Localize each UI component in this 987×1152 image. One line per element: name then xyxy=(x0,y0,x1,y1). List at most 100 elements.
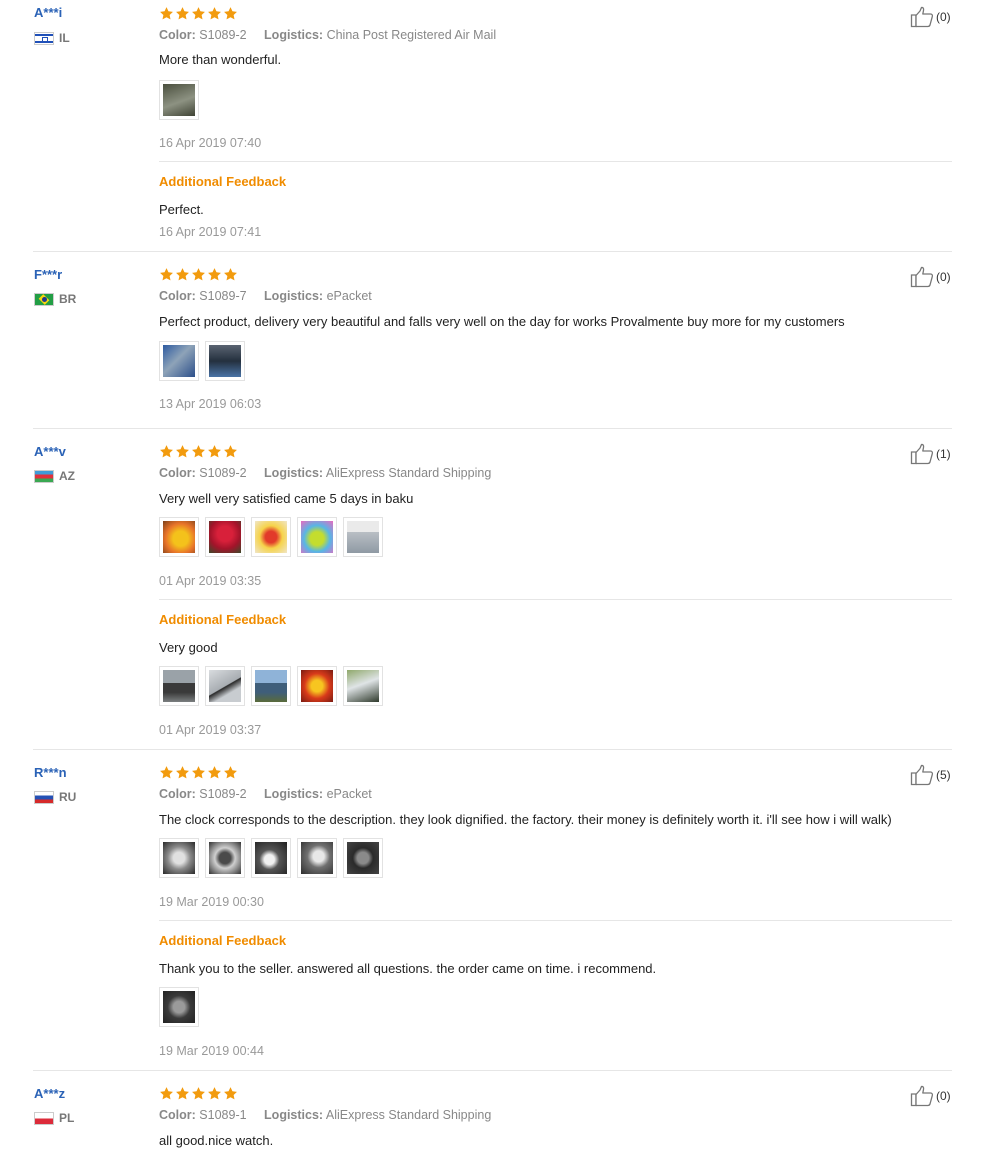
review-photo[interactable] xyxy=(205,517,245,557)
reviewer-name[interactable]: A***z xyxy=(34,1086,65,1101)
order-info: Color: S1089-7 Logistics: ePacket xyxy=(159,289,372,303)
helpful-button[interactable]: (0) xyxy=(910,1085,951,1107)
additional-feedback-text: Thank you to the seller. answered all qu… xyxy=(159,961,657,976)
additional-feedback-text: Perfect. xyxy=(159,202,204,217)
additional-feedback-title: Additional Feedback xyxy=(159,612,287,627)
star-icon xyxy=(207,267,222,282)
helpful-count: (0) xyxy=(936,10,951,24)
additional-feedback-text: Very good xyxy=(159,640,218,655)
star-icon xyxy=(159,1086,174,1101)
review-photo[interactable] xyxy=(205,666,245,706)
review-date: 16 Apr 2019 07:40 xyxy=(159,136,262,150)
review-photos xyxy=(159,341,245,381)
reviewer-name[interactable]: A***i xyxy=(34,5,62,20)
star-icon xyxy=(223,1086,238,1101)
review-photo[interactable] xyxy=(159,517,199,557)
review-photo[interactable] xyxy=(159,838,199,878)
helpful-button[interactable]: (5) xyxy=(910,764,951,786)
review-text: Perfect product, delivery very beautiful… xyxy=(159,314,845,329)
review-divider xyxy=(33,1070,952,1071)
flag-il-icon xyxy=(34,31,54,45)
review-photo[interactable] xyxy=(297,517,337,557)
logistics-label: Logistics: xyxy=(264,787,324,801)
star-icon xyxy=(159,6,174,21)
logistics-value: ePacket xyxy=(326,787,372,801)
additional-feedback-date: 16 Apr 2019 07:41 xyxy=(159,225,262,239)
divider xyxy=(159,161,952,162)
rating-stars xyxy=(159,444,238,459)
review-photo[interactable] xyxy=(159,341,199,381)
flag-az-icon xyxy=(34,469,54,483)
helpful-count: (0) xyxy=(936,270,951,284)
color-label: Color: xyxy=(159,466,196,480)
review-divider xyxy=(33,749,952,750)
color-value: S1089-2 xyxy=(199,787,247,801)
star-icon xyxy=(223,6,238,21)
reviewer-name[interactable]: R***n xyxy=(34,765,67,780)
review-text: The clock corresponds to the description… xyxy=(159,812,892,827)
review-photo[interactable] xyxy=(297,838,337,878)
star-icon xyxy=(175,6,190,21)
review-photo[interactable] xyxy=(159,666,199,706)
reviewer-country: BR xyxy=(34,292,76,306)
reviewer-name[interactable]: A***v xyxy=(34,444,66,459)
helpful-button[interactable]: (0) xyxy=(910,266,951,288)
additional-feedback-photos xyxy=(159,666,383,706)
additional-feedback-photos xyxy=(159,987,199,1027)
order-info: Color: S1089-2 Logistics: China Post Reg… xyxy=(159,28,496,42)
review-photo[interactable] xyxy=(343,666,383,706)
reviewer-name[interactable]: F***r xyxy=(34,267,62,282)
flag-br-icon xyxy=(34,292,54,306)
order-info: Color: S1089-2 Logistics: ePacket xyxy=(159,787,372,801)
helpful-count: (5) xyxy=(936,768,951,782)
logistics-value: ePacket xyxy=(326,289,372,303)
color-value: S1089-2 xyxy=(199,28,247,42)
review-text: Very well very satisfied came 5 days in … xyxy=(159,491,414,506)
star-icon xyxy=(207,6,222,21)
review-photo[interactable] xyxy=(343,517,383,557)
thumbs-up-icon xyxy=(910,1085,934,1107)
color-value: S1089-7 xyxy=(199,289,247,303)
helpful-button[interactable]: (1) xyxy=(910,443,951,465)
review-date: 13 Apr 2019 06:03 xyxy=(159,397,262,411)
star-icon xyxy=(223,267,238,282)
thumbs-up-icon xyxy=(910,6,934,28)
star-icon xyxy=(207,765,222,780)
additional-feedback-title: Additional Feedback xyxy=(159,933,287,948)
review-photo[interactable] xyxy=(159,80,199,120)
star-icon xyxy=(191,1086,206,1101)
logistics-value: AliExpress Standard Shipping xyxy=(325,466,492,480)
star-icon xyxy=(223,444,238,459)
divider xyxy=(159,920,952,921)
helpful-count: (0) xyxy=(936,1089,951,1103)
logistics-value: China Post Registered Air Mail xyxy=(326,28,497,42)
color-label: Color: xyxy=(159,1108,196,1122)
review-photo[interactable] xyxy=(251,517,291,557)
additional-feedback-date: 01 Apr 2019 03:37 xyxy=(159,723,262,737)
logistics-label: Logistics: xyxy=(264,466,324,480)
thumbs-up-icon xyxy=(910,764,934,786)
review-photo[interactable] xyxy=(251,666,291,706)
helpful-button[interactable]: (0) xyxy=(910,6,951,28)
star-icon xyxy=(159,444,174,459)
review-photo[interactable] xyxy=(251,838,291,878)
review-photo[interactable] xyxy=(343,838,383,878)
country-code: PL xyxy=(59,1111,75,1125)
review-photo[interactable] xyxy=(205,838,245,878)
divider xyxy=(159,599,952,600)
star-icon xyxy=(159,765,174,780)
rating-stars xyxy=(159,1086,238,1101)
review-divider xyxy=(33,251,952,252)
additional-feedback-date: 19 Mar 2019 00:44 xyxy=(159,1044,264,1058)
star-icon xyxy=(175,765,190,780)
review-photo[interactable] xyxy=(205,341,245,381)
review-photo[interactable] xyxy=(159,987,199,1027)
additional-feedback-title: Additional Feedback xyxy=(159,174,287,189)
review-photos xyxy=(159,838,383,878)
rating-stars xyxy=(159,765,238,780)
star-icon xyxy=(191,444,206,459)
color-value: S1089-1 xyxy=(199,1108,247,1122)
review-date: 19 Mar 2019 00:30 xyxy=(159,895,264,909)
review-divider xyxy=(33,428,952,429)
review-photo[interactable] xyxy=(297,666,337,706)
